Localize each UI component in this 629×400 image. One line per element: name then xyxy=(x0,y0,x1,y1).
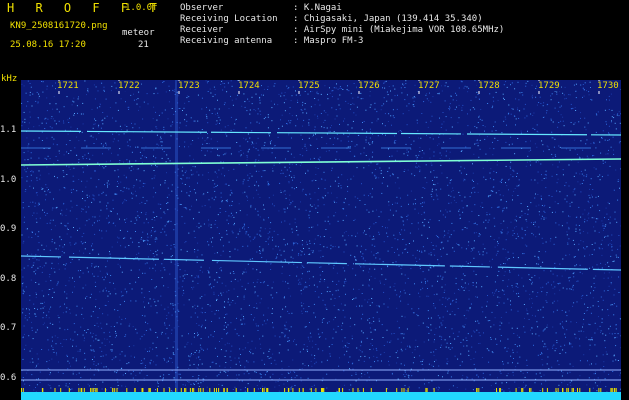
x-tick-label: 1722 xyxy=(117,81,141,91)
x-tick-label: 1729 xyxy=(537,81,561,91)
info-label: Receiver xyxy=(180,25,224,35)
baseline-bar xyxy=(21,392,621,400)
interference-column xyxy=(175,80,178,392)
noise-speckle xyxy=(21,80,621,392)
x-tick-label: 1728 xyxy=(477,81,501,91)
station-info: Observer : K.Nagai Receiving Location : Ch… xyxy=(180,3,504,47)
filename-label: KN9_2508161720.png xyxy=(10,21,108,31)
info-row-antenna: Receiving antenna : Maspro FM-3 xyxy=(180,36,504,47)
x-tick-label: 1724 xyxy=(237,81,261,91)
x-tick-label: 1721 xyxy=(56,81,80,91)
info-row-location: Receiving Location : Chigasaki, Japan (13… xyxy=(180,14,504,25)
y-tick-label: 0.8 xyxy=(0,274,17,284)
info-row-receiver: Receiver : AirSpy mini (Miakejima VOR 108… xyxy=(180,25,504,36)
info-value: : Maspro FM-3 xyxy=(293,36,364,46)
spectrogram xyxy=(21,80,621,392)
y-tick-label: 1.0 xyxy=(0,175,17,185)
program-label: meteor xyxy=(122,28,155,38)
datetime-label: 25.08.16 17:20 xyxy=(10,40,86,50)
info-label: Observer xyxy=(180,3,224,13)
y-tick-label: 0.6 xyxy=(0,373,17,383)
info-value: : AirSpy mini (Miakejima VOR 108.65MHz) xyxy=(293,25,505,35)
info-row-observer: Observer : K.Nagai xyxy=(180,3,504,14)
count-label: 21 xyxy=(138,40,149,50)
y-tick-label: 0.7 xyxy=(0,323,17,333)
upper-trace xyxy=(21,130,621,136)
info-label: Receiving antenna xyxy=(180,36,273,46)
y-tick-label: 0.9 xyxy=(0,224,17,234)
info-label: Receiving Location xyxy=(180,14,278,24)
axis-unit-label: kHz xyxy=(1,74,18,84)
y-tick-label: 1.1 xyxy=(0,125,17,135)
x-tick-label: 1730 xyxy=(596,81,620,91)
carrier-trace xyxy=(21,158,621,166)
x-tick-label: 1727 xyxy=(417,81,441,91)
lower-trace xyxy=(21,255,621,271)
x-tick-label: 1723 xyxy=(177,81,201,91)
x-tick-label: 1725 xyxy=(297,81,321,91)
right-margin xyxy=(621,80,629,400)
spectrogram-plot xyxy=(21,80,621,392)
x-tick-label: 1726 xyxy=(357,81,381,91)
version-label: 1.0.0f xyxy=(125,3,158,13)
info-value: : Chigasaki, Japan (139.414 35.340) xyxy=(293,14,483,24)
info-value: : K.Nagai xyxy=(293,3,342,13)
